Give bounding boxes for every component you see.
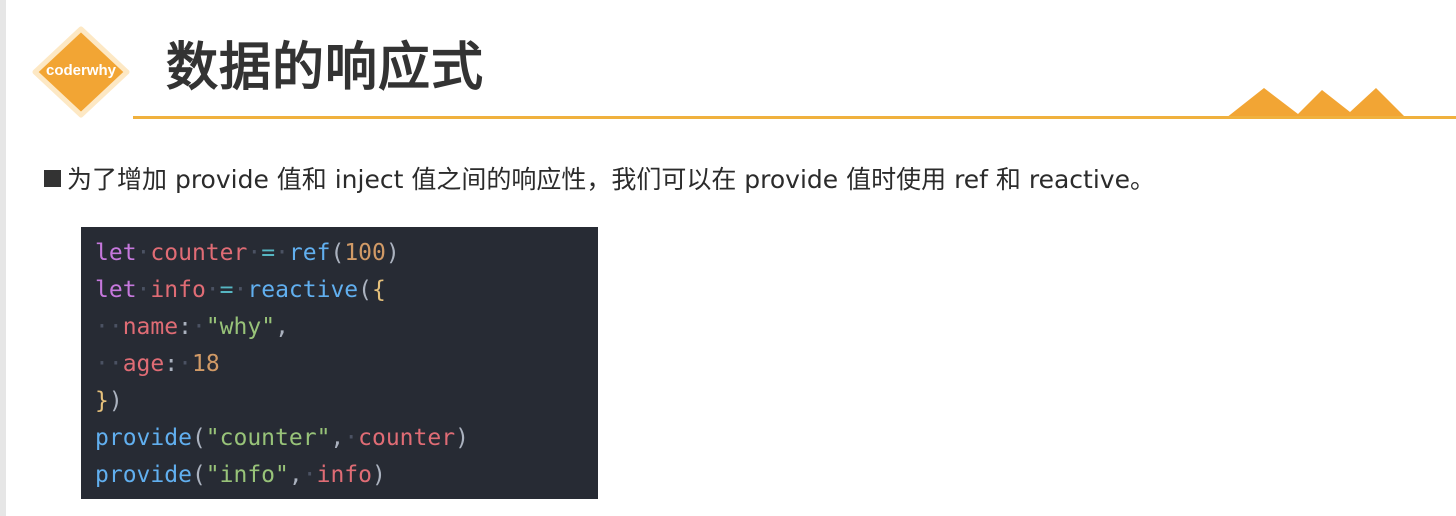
code-token: ( bbox=[330, 240, 345, 266]
code-line: let·counter·=·ref(100) bbox=[95, 235, 598, 272]
code-token: ( bbox=[191, 462, 206, 488]
code-token: · bbox=[205, 277, 220, 303]
code-line: let·info·=·reactive({ bbox=[95, 272, 598, 309]
code-token: ref bbox=[288, 240, 331, 266]
code-token: ·· bbox=[95, 351, 123, 377]
code-token: : bbox=[178, 314, 192, 340]
code-token: · bbox=[191, 314, 206, 340]
code-token: counter bbox=[358, 425, 456, 451]
code-token: ( bbox=[358, 277, 373, 303]
code-line: ··name:·"why", bbox=[95, 309, 598, 346]
code-token: info bbox=[316, 462, 372, 488]
left-edge-bar bbox=[0, 0, 6, 516]
code-token: { bbox=[372, 277, 386, 303]
code-token: , bbox=[288, 462, 303, 488]
code-token: age bbox=[122, 351, 165, 377]
code-token: ·· bbox=[95, 314, 123, 340]
code-line: provide("info",·info) bbox=[95, 457, 598, 494]
title-underline bbox=[133, 116, 1456, 119]
mountain-decoration-icon bbox=[1226, 88, 1406, 118]
code-token: provide bbox=[95, 462, 192, 488]
code-token: · bbox=[136, 240, 151, 266]
code-token: ) bbox=[372, 462, 386, 488]
code-token: , bbox=[330, 425, 345, 451]
page-title: 数据的响应式 bbox=[166, 38, 485, 98]
code-token: · bbox=[233, 277, 248, 303]
code-token: 18 bbox=[191, 351, 220, 377]
code-token: · bbox=[344, 425, 359, 451]
code-token: · bbox=[275, 240, 289, 266]
code-token: ) bbox=[108, 388, 123, 414]
bullet-point: 为了增加 provide 值和 inject 值之间的响应性，我们可以在 pro… bbox=[44, 162, 1155, 198]
code-token: counter bbox=[150, 240, 248, 266]
code-token: ) bbox=[455, 425, 469, 451]
code-token: "info" bbox=[205, 462, 289, 488]
code-token: ( bbox=[191, 425, 206, 451]
code-line: }) bbox=[95, 383, 598, 420]
code-token: · bbox=[136, 277, 151, 303]
code-token: provide bbox=[95, 425, 192, 451]
code-line: ··age:·18 bbox=[95, 346, 598, 383]
code-token: let bbox=[95, 240, 137, 266]
code-token: , bbox=[275, 314, 289, 340]
code-token: = bbox=[261, 240, 276, 266]
code-block: let·counter·=·ref(100) let·info·=·reactiv… bbox=[81, 227, 598, 499]
code-token: = bbox=[219, 277, 234, 303]
code-line: provide("counter",·counter) bbox=[95, 420, 598, 457]
code-token: · bbox=[302, 462, 317, 488]
code-token: let bbox=[95, 277, 137, 303]
bullet-text: 为了增加 provide 值和 inject 值之间的响应性，我们可以在 pro… bbox=[67, 165, 1155, 194]
code-token: "why" bbox=[205, 314, 276, 340]
code-token: } bbox=[95, 388, 109, 414]
code-token: reactive bbox=[247, 277, 359, 303]
code-token: "counter" bbox=[205, 425, 331, 451]
code-token: name bbox=[122, 314, 179, 340]
logo-text: coderwhy bbox=[45, 62, 117, 79]
code-token: info bbox=[150, 277, 206, 303]
bullet-square-icon bbox=[44, 170, 61, 187]
code-token: · bbox=[247, 240, 262, 266]
coderwhy-logo: coderwhy bbox=[31, 26, 131, 118]
code-token: ) bbox=[385, 240, 400, 266]
code-token: · bbox=[178, 351, 192, 377]
code-token: 100 bbox=[344, 240, 386, 266]
code-token: : bbox=[164, 351, 179, 377]
